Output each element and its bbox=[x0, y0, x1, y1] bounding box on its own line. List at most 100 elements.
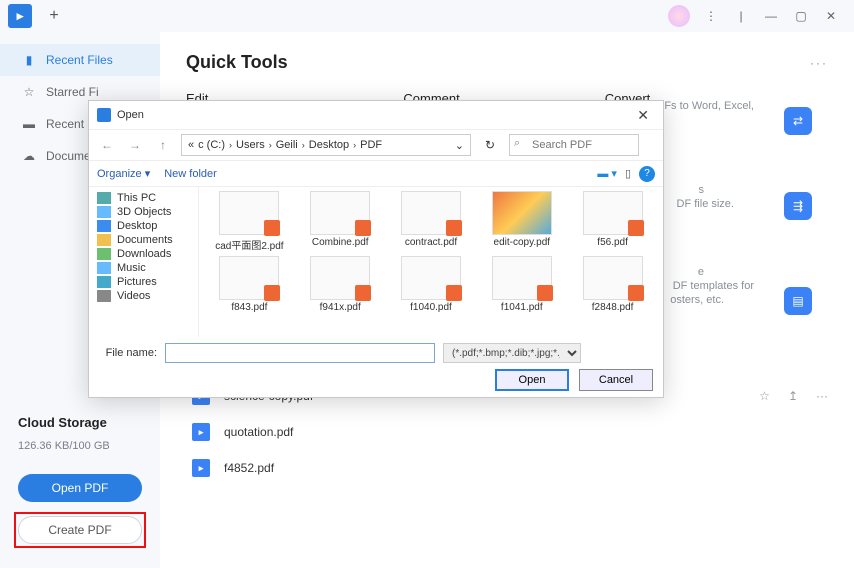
maximize-button[interactable]: ▢ bbox=[786, 4, 816, 28]
address-dropdown-icon[interactable]: ⌄ bbox=[455, 139, 464, 152]
open-pdf-button[interactable]: Open PDF bbox=[18, 474, 142, 502]
templates-icon[interactable]: ▤ bbox=[784, 287, 812, 315]
create-pdf-button[interactable]: Create PDF bbox=[18, 516, 142, 544]
breadcrumb-segment[interactable]: c (C:) bbox=[198, 139, 225, 151]
breadcrumb-segment[interactable]: Desktop bbox=[309, 139, 349, 151]
file-thumbnail[interactable]: f56.pdf bbox=[570, 191, 655, 252]
thumbnail-label: f56.pdf bbox=[570, 237, 655, 248]
minimize-button[interactable]: — bbox=[756, 4, 786, 28]
file-thumbnail[interactable]: f2848.pdf bbox=[570, 256, 655, 313]
thumbnail-image-icon bbox=[583, 191, 643, 235]
tree-item[interactable]: Downloads bbox=[89, 247, 198, 261]
dialog-titlebar: Open ✕ bbox=[89, 101, 663, 129]
open-button[interactable]: Open bbox=[495, 369, 569, 391]
create-pdf-highlight: Create PDF bbox=[14, 512, 146, 548]
file-thumbnail[interactable]: edit-copy.pdf bbox=[479, 191, 564, 252]
file-thumbnail[interactable]: cad平面图2.pdf bbox=[207, 191, 292, 252]
file-name: f4852.pdf bbox=[224, 461, 274, 475]
file-actions: ☆ ↥ ··· bbox=[759, 389, 828, 403]
new-folder-button[interactable]: New folder bbox=[164, 168, 217, 180]
tree-item[interactable]: Desktop bbox=[89, 219, 198, 233]
dialog-close-button[interactable]: ✕ bbox=[631, 107, 655, 124]
videos-icon bbox=[97, 290, 111, 302]
more-menu-icon[interactable]: ⋮ bbox=[696, 4, 726, 28]
tool-desc-2b: DF file size. bbox=[677, 198, 734, 210]
cloud-usage: 126.36 KB/100 GB bbox=[18, 440, 142, 452]
dialog-search-input[interactable] bbox=[509, 134, 639, 156]
thumbnail-image-icon bbox=[310, 191, 370, 235]
more-action-icon[interactable]: ··· bbox=[816, 389, 828, 403]
thumbnail-label: contract.pdf bbox=[389, 237, 474, 248]
quick-tools-more-icon[interactable]: ··· bbox=[810, 56, 828, 70]
dialog-address-bar-row: ← → ↑ « c (C:)› Users› Geili› Desktop› P… bbox=[89, 129, 663, 161]
breadcrumb-segment[interactable]: « bbox=[188, 139, 194, 151]
documents-icon bbox=[97, 234, 111, 246]
sidebar-item-recent-files[interactable]: ▮ Recent Files bbox=[0, 44, 160, 76]
open-file-dialog: Open ✕ ← → ↑ « c (C:)› Users› Geili› Des… bbox=[88, 100, 664, 398]
wps-badge-icon bbox=[446, 285, 462, 301]
cloud-section: Cloud Storage 126.36 KB/100 GB Open PDF … bbox=[0, 415, 160, 568]
cloud-icon: ☁ bbox=[22, 149, 36, 163]
profile-avatar-icon[interactable] bbox=[668, 5, 690, 27]
preview-pane-button[interactable]: ▯ bbox=[625, 167, 631, 180]
tree-item[interactable]: Videos bbox=[89, 289, 198, 303]
tool-desc-2a: s bbox=[699, 184, 705, 196]
breadcrumb-segment[interactable]: Users bbox=[236, 139, 265, 151]
file-row[interactable]: ▸ quotation.pdf bbox=[186, 414, 828, 450]
filter-select[interactable]: (*.pdf;*.bmp;*.dib;*.jpg;*.jpeg;*.j bbox=[443, 343, 581, 363]
file-thumbnail[interactable]: Combine.pdf bbox=[298, 191, 383, 252]
thumbnail-label: f843.pdf bbox=[207, 302, 292, 313]
file-thumbnail[interactable]: contract.pdf bbox=[389, 191, 474, 252]
breadcrumb-segment[interactable]: Geili bbox=[276, 139, 298, 151]
add-tab-button[interactable]: + bbox=[42, 4, 66, 28]
file-thumbnail[interactable]: f941x.pdf bbox=[298, 256, 383, 313]
tree-item[interactable]: Pictures bbox=[89, 275, 198, 289]
pictures-icon bbox=[97, 276, 111, 288]
help-icon[interactable]: ? bbox=[639, 166, 655, 182]
cancel-button[interactable]: Cancel bbox=[579, 369, 653, 391]
file-thumbnail[interactable]: f843.pdf bbox=[207, 256, 292, 313]
tree-item[interactable]: 3D Objects bbox=[89, 205, 198, 219]
thumbnail-label: f941x.pdf bbox=[298, 302, 383, 313]
nav-forward-button[interactable]: → bbox=[125, 135, 145, 155]
thumbnail-image-icon bbox=[583, 256, 643, 300]
nav-back-button[interactable]: ← bbox=[97, 135, 117, 155]
thumbnail-label: cad平面图2.pdf bbox=[207, 237, 292, 252]
sep-icon: | bbox=[726, 4, 756, 28]
thumbnail-image-icon bbox=[401, 191, 461, 235]
tree-item[interactable]: Documents bbox=[89, 233, 198, 247]
thumbnail-label: f2848.pdf bbox=[570, 302, 655, 313]
file-thumbnail[interactable]: f1041.pdf bbox=[479, 256, 564, 313]
breadcrumb-segment[interactable]: PDF bbox=[360, 139, 382, 151]
upload-action-icon[interactable]: ↥ bbox=[788, 389, 798, 403]
tool-desc-3a: e bbox=[698, 266, 704, 278]
dialog-toolbar: Organize ▾ New folder ▬ ▾ ▯ ? bbox=[89, 161, 663, 187]
convert-icon[interactable]: ⇄ bbox=[784, 107, 812, 135]
pc-icon bbox=[97, 192, 111, 204]
star-action-icon[interactable]: ☆ bbox=[759, 389, 770, 403]
filename-input[interactable] bbox=[165, 343, 435, 363]
wps-badge-icon bbox=[446, 220, 462, 236]
file-thumbnail[interactable]: f1040.pdf bbox=[389, 256, 474, 313]
dialog-title: Open bbox=[117, 109, 144, 121]
search-icon: ⌕ bbox=[514, 137, 520, 150]
tree-item[interactable]: Music bbox=[89, 261, 198, 275]
downloads-icon bbox=[97, 248, 111, 260]
address-bar[interactable]: « c (C:)› Users› Geili› Desktop› PDF ⌄ bbox=[181, 134, 471, 156]
refresh-button[interactable]: ↻ bbox=[479, 134, 501, 156]
view-mode-button[interactable]: ▬ ▾ bbox=[597, 167, 617, 180]
tree-item[interactable]: This PC bbox=[89, 191, 198, 205]
compress-icon[interactable]: ⇶ bbox=[784, 192, 812, 220]
dialog-footer: File name: (*.pdf;*.bmp;*.dib;*.jpg;*.jp… bbox=[89, 337, 663, 397]
star-icon: ☆ bbox=[22, 85, 36, 99]
recent-icon: ▮ bbox=[22, 53, 36, 67]
file-row[interactable]: ▸ f4852.pdf bbox=[186, 450, 828, 486]
tool-desc-3c: osters, etc. bbox=[670, 294, 724, 306]
organize-menu[interactable]: Organize ▾ bbox=[97, 167, 150, 180]
close-button[interactable]: ✕ bbox=[816, 4, 846, 28]
music-icon bbox=[97, 262, 111, 274]
nav-up-button[interactable]: ↑ bbox=[153, 135, 173, 155]
tool-desc-convert: DFs to Word, Excel, bbox=[656, 100, 754, 112]
filename-label: File name: bbox=[99, 347, 157, 359]
folder-tree: This PC 3D Objects Desktop Documents Dow… bbox=[89, 187, 199, 337]
